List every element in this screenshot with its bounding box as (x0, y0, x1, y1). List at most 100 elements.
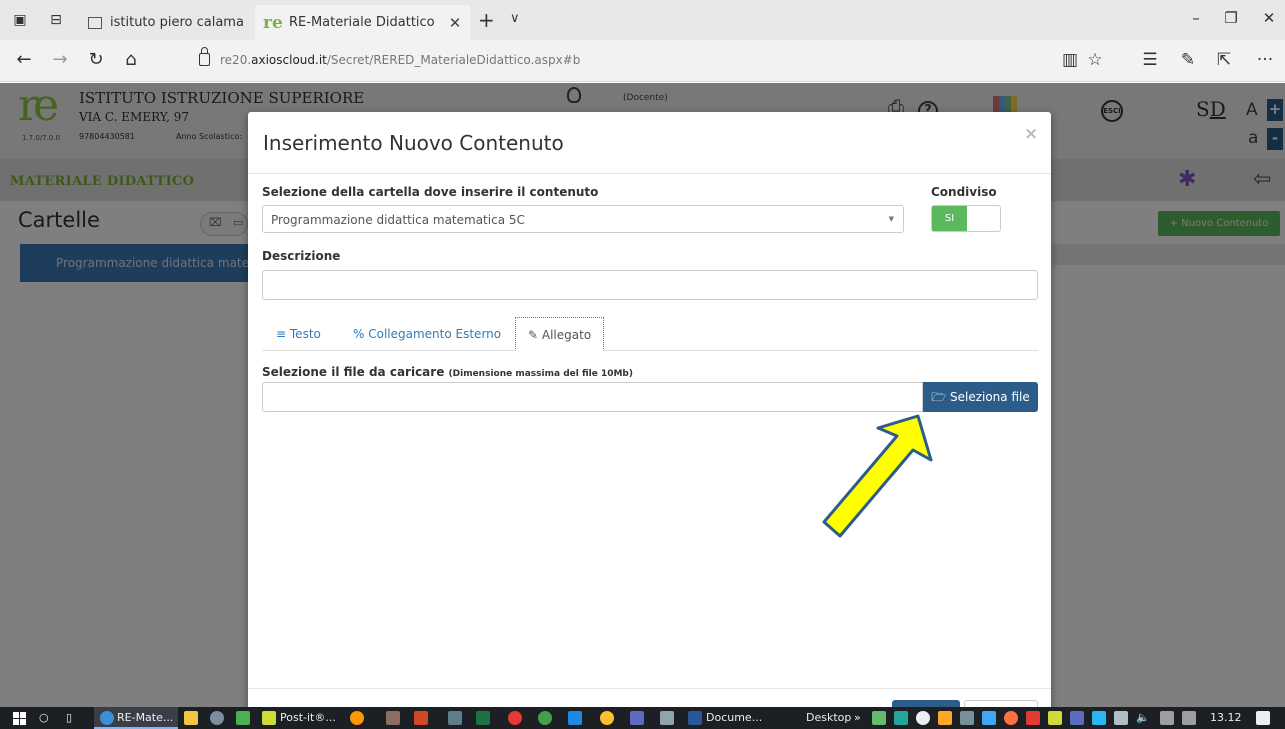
re-logo-icon: re (263, 12, 283, 33)
minimize-icon[interactable]: – (1186, 9, 1206, 27)
shared-label: Condiviso (931, 185, 997, 199)
app-icon[interactable] (568, 711, 582, 725)
taskbar-item-label[interactable]: Desktop (806, 711, 851, 724)
file-upload-label: Selezione il file da caricare (Dimension… (262, 365, 633, 379)
shared-toggle-value: SI (932, 206, 967, 231)
favorite-star-icon[interactable]: ☆ (1083, 50, 1107, 70)
word-icon (688, 711, 702, 725)
close-icon[interactable]: × (1024, 124, 1038, 144)
excel-icon[interactable] (476, 711, 490, 725)
overflow-chevron-icon[interactable]: » (854, 711, 861, 724)
taskbar-item-label: RE-Mate... (117, 711, 174, 724)
url-domain: axioscloud.it (251, 53, 327, 67)
app-icon[interactable] (508, 711, 522, 725)
description-input[interactable] (262, 270, 1038, 300)
app-icon[interactable] (630, 711, 644, 725)
refresh-icon[interactable]: ↻ (85, 50, 107, 70)
tab-allegato[interactable]: ✎ Allegato (515, 317, 605, 351)
close-window-icon[interactable]: ✕ (1259, 9, 1279, 27)
windows-start-icon[interactable] (13, 712, 26, 725)
folder-select-label: Selezione della cartella dove inserire i… (262, 185, 599, 199)
caret-down-icon: ▼ (888, 215, 894, 223)
calculator-icon[interactable] (448, 711, 462, 725)
app-icon[interactable] (538, 711, 552, 725)
cloud-icon[interactable] (916, 711, 930, 725)
forward-arrow-icon[interactable]: → (49, 50, 71, 70)
notifications-icon[interactable] (1256, 711, 1270, 725)
home-icon[interactable]: ⌂ (120, 50, 142, 70)
taskbar-item-label[interactable]: Post-it®... (280, 711, 336, 724)
tab-label: RE-Materiale Didattico (289, 15, 435, 30)
network-icon[interactable] (1092, 711, 1106, 725)
arrow-shape (822, 414, 933, 538)
browser-address-bar: ← → ↻ ⌂ re20.axioscloud.it/Secret/RERED_… (0, 40, 1285, 82)
pen-icon[interactable]: ✎ (1176, 50, 1200, 70)
tray-icon[interactable] (1026, 711, 1040, 725)
powerpoint-icon[interactable] (414, 711, 428, 725)
tray-icon[interactable] (1160, 711, 1174, 725)
volume-icon[interactable]: 🔈 (1136, 711, 1150, 724)
post-it-icon (262, 711, 276, 725)
divider (248, 173, 1051, 174)
tray-icon[interactable] (1070, 711, 1084, 725)
url-prefix: re20. (220, 53, 252, 67)
tray-icon[interactable] (938, 711, 952, 725)
app-icon[interactable] (350, 711, 364, 725)
browser-tab-istituto[interactable]: istituto piero calamandrei rc (80, 5, 252, 40)
tab-preview-icon[interactable]: ▣ (12, 12, 28, 28)
folder-select-value: Programmazione didattica matematica 5C (271, 213, 525, 227)
more-icon[interactable]: ··· (1253, 50, 1277, 70)
select-file-button[interactable]: 🗁 Seleziona file (923, 382, 1038, 412)
description-label: Descrizione (262, 249, 341, 263)
file-path-input[interactable] (262, 382, 923, 412)
file-explorer-icon[interactable] (184, 711, 198, 725)
edge-icon (100, 711, 114, 725)
new-tab-icon[interactable]: + (478, 10, 495, 30)
file-size-hint: (Dimensione massima del file 10Mb) (448, 369, 633, 379)
tray-icon[interactable] (872, 711, 886, 725)
clock[interactable]: 13.12 (1210, 711, 1242, 724)
tray-icon[interactable] (894, 711, 908, 725)
page-icon (88, 16, 102, 29)
file-label-text: Selezione il file da caricare (262, 365, 445, 379)
shared-toggle[interactable]: SI (931, 205, 1001, 232)
lock-icon (199, 47, 210, 66)
url-field[interactable]: re20.axioscloud.it/Secret/RERED_Material… (220, 53, 580, 67)
tray-icon[interactable] (1004, 711, 1018, 725)
folder-open-icon: 🗁 (931, 390, 947, 404)
back-arrow-icon[interactable]: ← (13, 50, 35, 70)
tab-label: istituto piero calamandrei rc (110, 15, 244, 30)
mail-icon[interactable] (660, 711, 674, 725)
app-icon[interactable] (236, 711, 250, 725)
tab-collegamento-esterno[interactable]: % Collegamento Esterno (341, 317, 513, 351)
task-view-icon[interactable]: ▯ (66, 711, 72, 724)
browser-tab-bar: ▣ ⊟ istituto piero calamandrei rc re RE-… (0, 0, 1285, 40)
tabs-aside-icon[interactable]: ⊟ (48, 12, 64, 28)
yellow-arrow-annotation (822, 414, 933, 538)
taskbar-item-label[interactable]: Docume... (706, 711, 762, 724)
paperclip-icon: ✎ (528, 328, 539, 342)
lines-icon: ≡ (276, 327, 287, 341)
select-file-label: Seleziona file (949, 390, 1030, 404)
chrome-icon[interactable] (600, 711, 614, 725)
tray-icon[interactable] (1182, 711, 1196, 725)
divider (248, 688, 1051, 689)
tray-icon[interactable] (960, 711, 974, 725)
close-tab-icon[interactable]: ✕ (448, 14, 462, 32)
search-icon[interactable]: ○ (39, 711, 49, 724)
favorites-hub-icon[interactable]: ☰ (1138, 50, 1162, 70)
url-path: /Secret/RERED_MaterialeDidattico.aspx#b (326, 53, 581, 67)
reading-view-icon[interactable]: ▥ (1058, 50, 1082, 70)
tray-icon[interactable] (1048, 711, 1062, 725)
tab-testo[interactable]: ≡ Testo (264, 317, 333, 351)
battery-icon[interactable] (1114, 711, 1128, 725)
tray-icon[interactable] (982, 711, 996, 725)
browser-tab-materiale[interactable]: re RE-Materiale Didattico ✕ (255, 5, 470, 40)
tab-label: Testo (289, 327, 321, 341)
app-icon[interactable] (210, 711, 224, 725)
folder-select[interactable]: Programmazione didattica matematica 5C ▼ (262, 205, 904, 233)
restore-icon[interactable]: ❐ (1221, 9, 1241, 27)
share-icon[interactable]: ⇱ (1212, 50, 1236, 70)
app-icon[interactable] (386, 711, 400, 725)
chevron-down-icon[interactable]: ∨ (510, 11, 520, 26)
